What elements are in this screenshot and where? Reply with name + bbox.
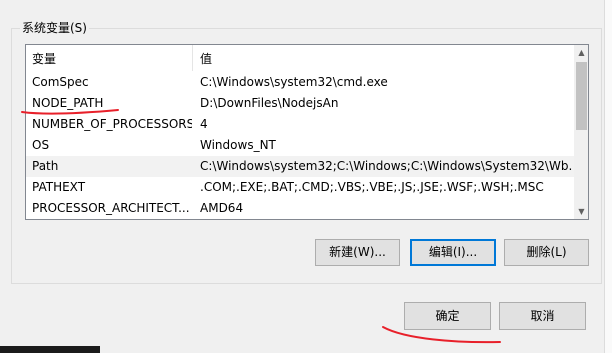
red-underline-node-path bbox=[21, 109, 119, 115]
red-annotation-overlay bbox=[21, 109, 501, 344]
red-underline-ok-button bbox=[382, 326, 501, 344]
